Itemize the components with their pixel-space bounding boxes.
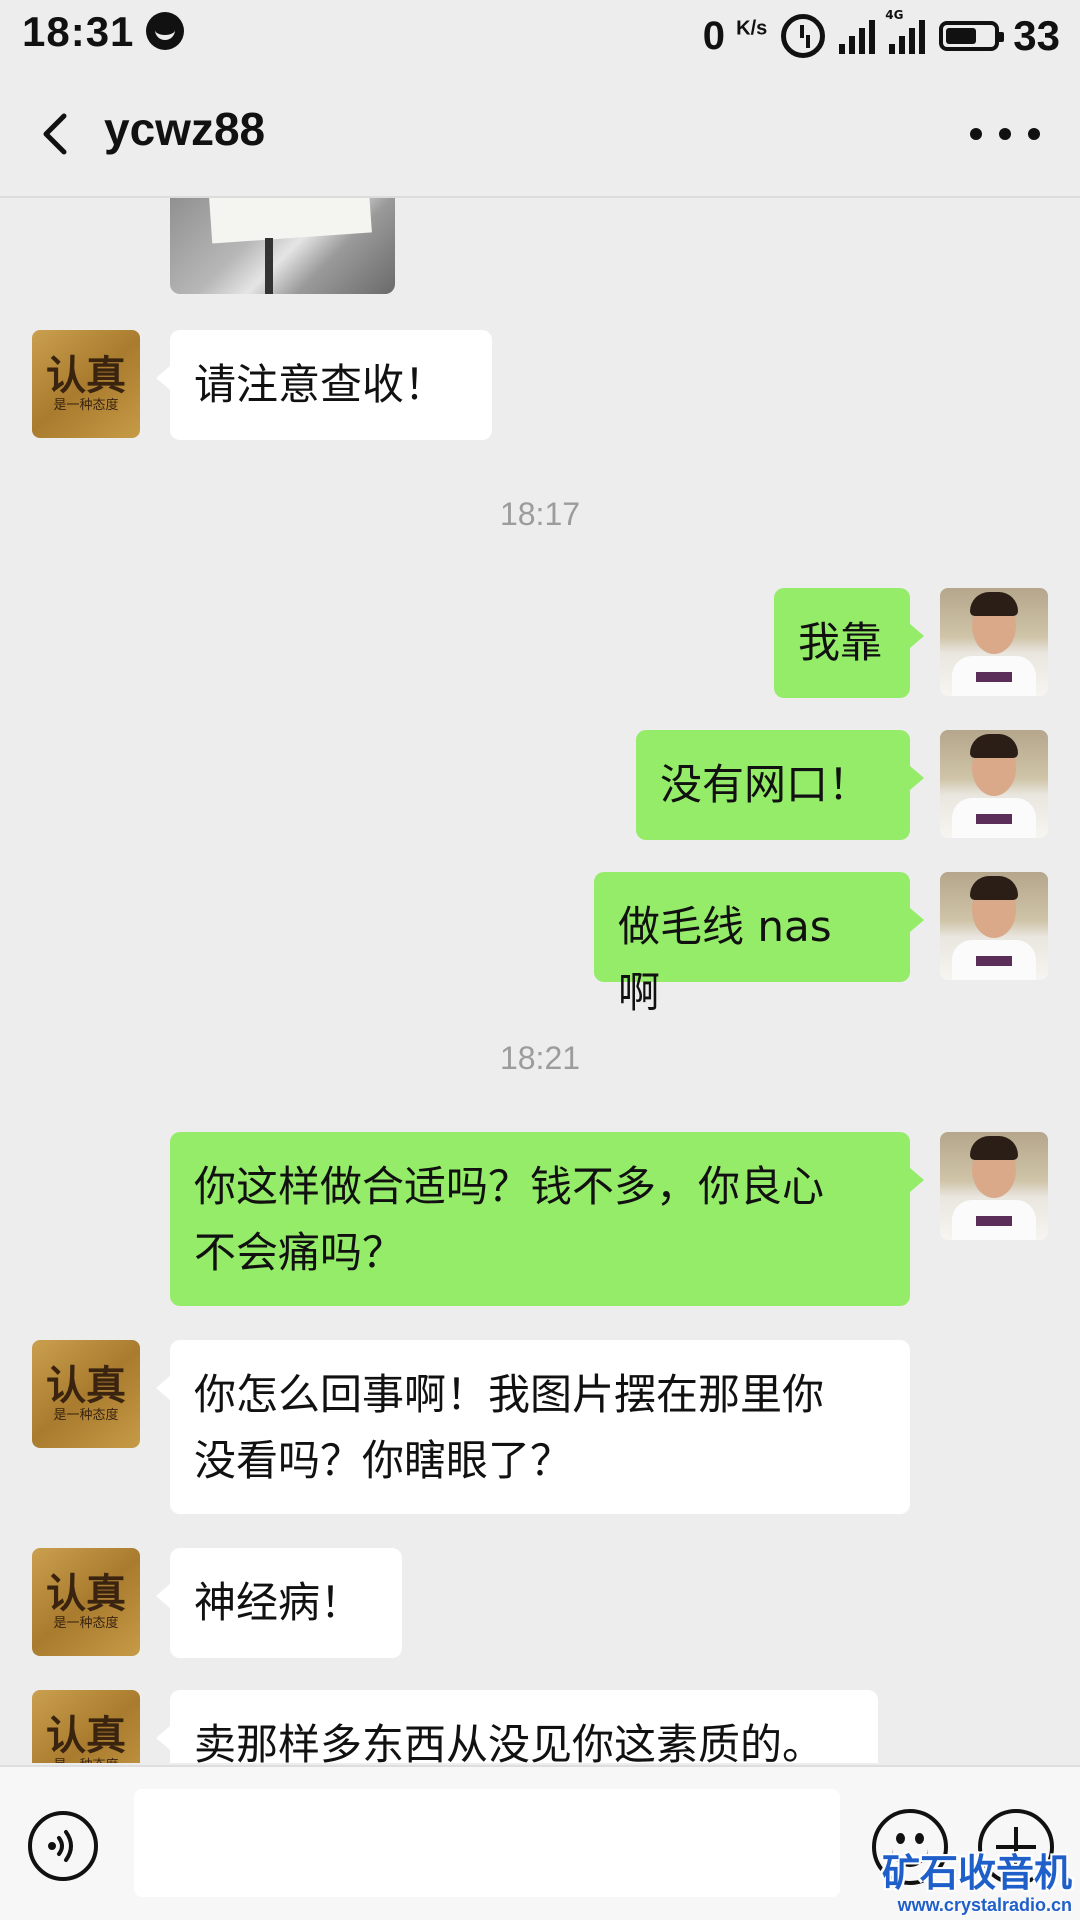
contact-avatar[interactable]: 认真 是一种态度 [32,1340,140,1448]
watermark: 矿石收音机 www.crystalradio.cn [882,1851,1072,1916]
input-bar: 矿石收音机 www.crystalradio.cn [0,1765,1080,1920]
watermark-url: www.crystalradio.cn [897,1895,1072,1915]
status-indicators: 0 K/s 4G 33 [703,6,1060,66]
avatar-subtext: 是一种态度 [53,1616,119,1631]
signal-4g-icon: 4G [885,8,926,54]
message-list[interactable]: 认真 是一种态度 请注意查收！ 18:17 我靠 没有网口！ 做毛线 nas 啊… [0,198,1080,1763]
avatar-subtext: 是一种态度 [53,1758,118,1763]
network-speed: 0 K/s [703,14,768,59]
message-bubble-sent[interactable]: 我靠 [774,588,924,698]
avatar-text: 认真 [46,1712,126,1759]
voice-input-icon[interactable] [28,1811,98,1881]
user-avatar[interactable] [940,872,1048,980]
avatar-subtext: 是一种态度 [53,1408,119,1423]
signal-icon [839,18,876,54]
back-icon[interactable] [30,106,86,162]
chat-header: ycwz88 [0,72,1080,198]
contact-avatar[interactable]: 认真 是一种态度 [32,1548,140,1656]
message-bubble-sent[interactable]: 你这样做合适吗？钱不多，你良心 不会痛吗？ [170,1132,924,1306]
chat-screen: 18:31 0 K/s 4G 33 ycwz88 认真 是一种态度 请注意查收！… [0,0,1080,1920]
avatar-subtext: 是一种态度 [53,398,119,413]
time-separator: 18:21 [499,1040,581,1076]
time-separator: 18:17 [499,496,581,532]
avatar-text: 认真 [46,352,126,399]
network-speed-value: 0 [702,13,726,58]
contact-avatar[interactable]: 认真 是一种态度 [32,330,140,438]
network-speed-unit: K/s [736,17,768,40]
alarm-icon [781,14,826,58]
network-type: 4G [885,8,904,22]
notification-icon [146,12,184,50]
watermark-title: 矿石收音机 [881,1851,1072,1895]
user-avatar[interactable] [940,730,1048,838]
message-bubble-received[interactable]: 你怎么回事啊！我图片摆在那里你 没看吗？你瞎眼了？ [156,1340,910,1514]
message-bubble-sent[interactable]: 做毛线 nas 啊 [594,872,924,1017]
message-bubble-received[interactable]: 请注意查收！ [156,330,492,440]
image-message[interactable] [170,198,395,294]
avatar-text: 认真 [46,1570,126,1617]
more-options-icon[interactable] [970,112,1040,156]
status-time: 18:31 [22,8,135,55]
status-bar: 18:31 0 K/s 4G 33 [0,0,1080,72]
message-bubble-received[interactable]: 神经病！ [156,1548,402,1658]
message-bubble-received[interactable]: 卖那样多东西从没见你这素质的。 [156,1690,878,1763]
message-input[interactable] [134,1789,840,1897]
user-avatar[interactable] [940,1132,1048,1240]
battery-icon [939,21,1005,51]
message-bubble-sent[interactable]: 没有网口！ [636,730,924,840]
battery-level: 33 [1013,12,1060,59]
chat-title: ycwz88 [104,103,266,155]
user-avatar[interactable] [940,588,1048,696]
avatar-text: 认真 [46,1362,126,1409]
contact-avatar[interactable]: 认真 是一种态度 [32,1690,140,1763]
